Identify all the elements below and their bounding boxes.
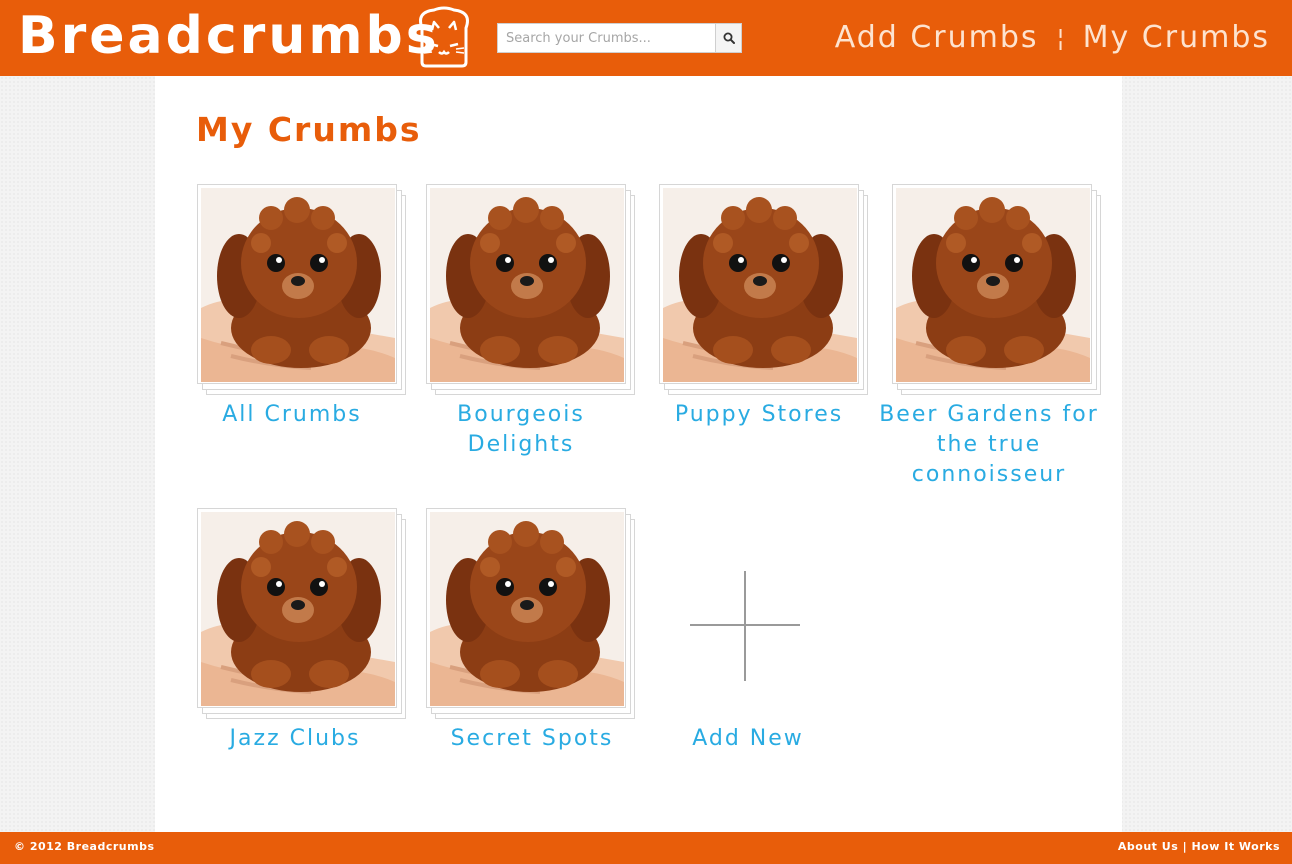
search-bar [497,23,742,53]
collection-thumbnail [896,188,1090,382]
collection-label[interactable]: Bourgeois Delights [406,400,636,460]
footer-links: About Us | How It Works [1118,840,1280,853]
site-header: Breadcrumbs Add Crumbs ¦ My Crumbs [0,0,1292,76]
search-icon [723,32,735,44]
photo-stack [426,184,636,396]
site-logo[interactable]: Breadcrumbs [18,4,440,68]
collection-thumbnail [201,188,395,382]
add-new-button[interactable]: Add New [655,556,845,756]
add-new-label[interactable]: Add New [633,724,863,754]
photo-stack [892,184,1102,396]
photo-stack [426,508,636,720]
photo-stack [197,184,407,396]
search-input[interactable] [497,23,716,53]
footer-about-link[interactable]: About Us [1118,840,1178,853]
footer-separator: | [1182,840,1188,853]
toast-cat-icon[interactable] [412,4,476,68]
collection-thumbnail [430,512,624,706]
plus-icon [690,571,800,681]
page-title: My Crumbs [196,110,422,149]
collection-label[interactable]: Secret Spots [417,724,647,754]
photo-stack [659,184,869,396]
nav-separator: ¦ [1056,24,1065,52]
collection-label[interactable]: All Crumbs [177,400,407,430]
collection-thumbnail [663,188,857,382]
collection-label[interactable]: Puppy Stores [644,400,874,430]
nav-add-crumbs[interactable]: Add Crumbs [835,16,1039,60]
copyright: © 2012 Breadcrumbs [14,840,155,853]
main-nav: Add Crumbs ¦ My Crumbs [835,16,1270,60]
site-footer: © 2012 Breadcrumbs About Us | How It Wor… [0,832,1292,864]
collection-label[interactable]: Jazz Clubs [180,724,410,754]
photo-stack [197,508,407,720]
search-button[interactable] [716,23,742,53]
nav-my-crumbs[interactable]: My Crumbs [1083,16,1270,60]
collection-thumbnail [201,512,395,706]
collection-label[interactable]: Beer Gardens for the true connoisseur [874,400,1104,490]
footer-how-it-works-link[interactable]: How It Works [1191,840,1280,853]
collection-thumbnail [430,188,624,382]
content-panel: My Crumbs All Crumbs Bourgeois Delights … [155,76,1122,832]
